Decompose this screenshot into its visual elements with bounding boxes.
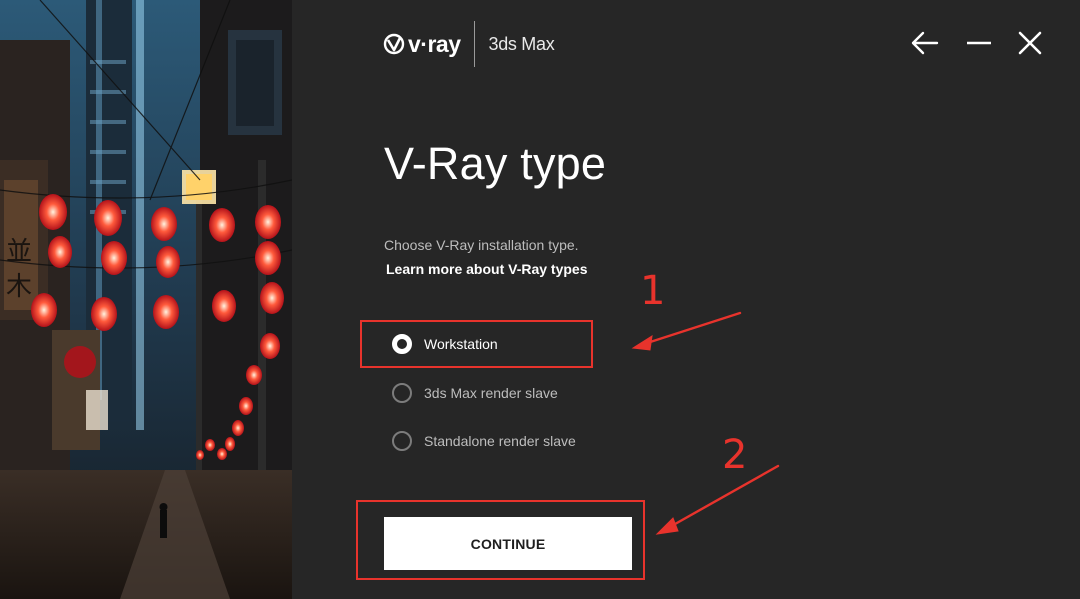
annotation-arrow-2 <box>666 464 780 530</box>
annotation-arrow-1-head <box>631 334 653 351</box>
annotation-arrow-1 <box>642 311 742 346</box>
annotation-arrow-2-head <box>655 517 679 535</box>
annotation-arrows <box>631 311 780 535</box>
